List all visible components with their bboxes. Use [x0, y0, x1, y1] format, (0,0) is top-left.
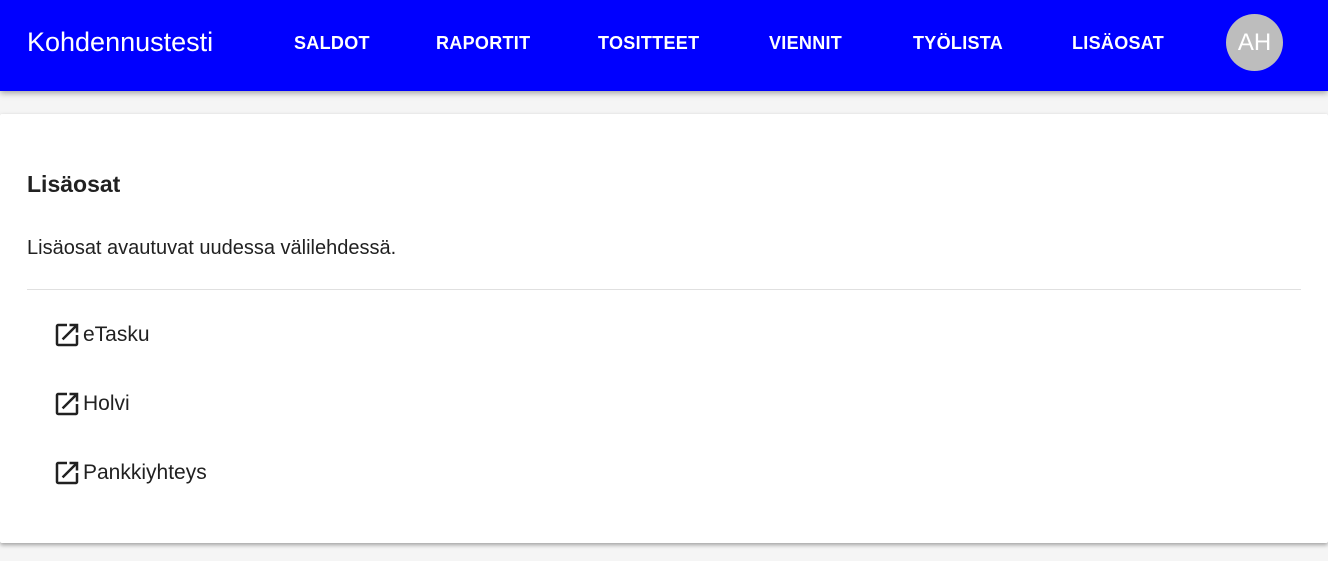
- nav-item-raportit[interactable]: RAPORTIT: [436, 29, 530, 57]
- addon-label: Pankkiyhteys: [83, 461, 207, 484]
- app-title[interactable]: Kohdennustesti: [27, 24, 213, 60]
- addons-card: Lisäosat Lisäosat avautuvat uudessa väli…: [0, 114, 1328, 543]
- page-title: Lisäosat: [27, 171, 121, 197]
- nav-item-viennit[interactable]: VIENNIT: [769, 29, 842, 57]
- addon-link-pankkiyhteys[interactable]: Pankkiyhteys: [52, 458, 207, 488]
- nav-item-tositteet[interactable]: TOSITTEET: [598, 29, 699, 57]
- page-description: Lisäosat avautuvat uudessa välilehdessä.: [27, 237, 397, 259]
- nav-item-saldot[interactable]: SALDOT: [294, 29, 370, 57]
- nav-item-lisaosat[interactable]: LISÄOSAT: [1072, 29, 1164, 57]
- nav-item-tyolista[interactable]: TYÖLISTA: [913, 29, 1003, 57]
- addon-label: Holvi: [83, 392, 130, 415]
- open-in-new-icon: [52, 320, 82, 350]
- addon-link-holvi[interactable]: Holvi: [52, 389, 130, 419]
- open-in-new-icon: [52, 458, 82, 488]
- divider: [27, 289, 1301, 290]
- open-in-new-icon: [52, 389, 82, 419]
- addon-link-etasku[interactable]: eTasku: [52, 320, 150, 350]
- addon-label: eTasku: [83, 323, 150, 346]
- app-bar: Kohdennustesti SALDOT RAPORTIT TOSITTEET…: [0, 0, 1328, 91]
- user-avatar[interactable]: AH: [1226, 14, 1283, 71]
